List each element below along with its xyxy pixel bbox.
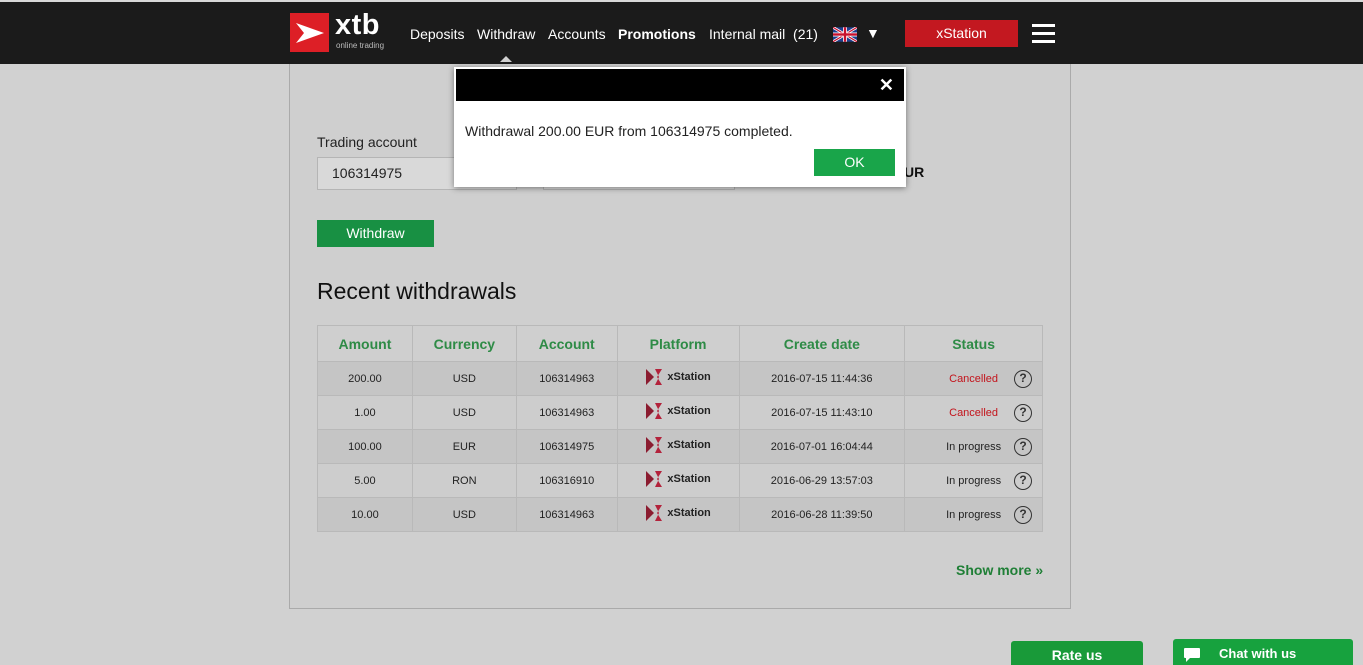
show-more-link[interactable]: Show more »	[956, 562, 1043, 578]
trading-account-label: Trading account	[317, 134, 417, 150]
withdrawal-complete-dialog: ✕ Withdrawal 200.00 EUR from 106314975 c…	[454, 67, 906, 187]
table-row: 5.00 RON 106316910 xStation 2016-06-29 1…	[317, 463, 1043, 498]
cell-account: 106314963	[515, 497, 618, 532]
top-navigation-bar: xtb online trading Deposits Withdraw Acc…	[0, 0, 1363, 64]
status-text: In progress	[946, 508, 1002, 521]
column-header-currency[interactable]: Currency	[411, 325, 517, 362]
cell-currency: RON	[411, 463, 517, 498]
status-text: Cancelled	[949, 406, 999, 419]
currency-label: UR	[904, 164, 925, 180]
help-circle-icon[interactable]: ?	[1014, 370, 1032, 388]
xstation-logo-icon	[646, 403, 663, 419]
cell-amount: 5.00	[317, 463, 413, 498]
chat-with-us-button[interactable]: Chat with us	[1173, 639, 1353, 665]
close-icon[interactable]: ✕	[879, 75, 894, 95]
help-circle-icon[interactable]: ?	[1014, 506, 1032, 524]
nav-withdraw[interactable]: Withdraw	[477, 26, 535, 42]
logo-wordmark: xtb	[335, 9, 380, 41]
cell-amount: 10.00	[317, 497, 413, 532]
cell-platform: xStation	[616, 463, 740, 498]
cell-amount: 100.00	[317, 429, 413, 464]
recent-withdrawals-title: Recent withdrawals	[317, 278, 517, 304]
table-row: 1.00 USD 106314963 xStation 2016-07-15 1…	[317, 395, 1043, 430]
cell-platform: xStation	[616, 429, 740, 464]
cell-status: In progress?	[904, 429, 1043, 464]
cell-account: 106314975	[515, 429, 618, 464]
platform-name: xStation	[667, 507, 711, 519]
column-header-platform[interactable]: Platform	[616, 325, 740, 362]
platform-name: xStation	[667, 473, 711, 485]
table-row: 10.00 USD 106314963 xStation 2016-06-28 …	[317, 497, 1043, 532]
ok-button[interactable]: OK	[814, 149, 895, 176]
cell-account: 106314963	[515, 395, 618, 430]
cell-create-date: 2016-06-28 11:39:50	[738, 497, 906, 532]
status-text: In progress	[946, 440, 1002, 453]
column-header-amount[interactable]: Amount	[317, 325, 413, 362]
help-circle-icon[interactable]: ?	[1014, 472, 1032, 490]
logo-tagline: online trading	[336, 41, 385, 50]
rate-us-button[interactable]: Rate us	[1011, 641, 1143, 665]
cell-currency: EUR	[411, 429, 517, 464]
cell-account: 106316910	[515, 463, 618, 498]
xtb-logo[interactable]: xtb online trading	[290, 9, 400, 53]
cell-create-date: 2016-07-15 11:44:36	[738, 361, 906, 396]
chat-label: Chat with us	[1219, 646, 1297, 661]
table-row: 200.00 USD 106314963 xStation 2016-07-15…	[317, 361, 1043, 396]
platform-name: xStation	[667, 371, 711, 383]
cell-platform: xStation	[616, 497, 740, 532]
cell-create-date: 2016-07-15 11:43:10	[738, 395, 906, 430]
column-header-create-date[interactable]: Create date	[738, 325, 906, 362]
cell-status: In progress?	[904, 463, 1043, 498]
xstation-logo-icon	[646, 471, 663, 487]
xstation-logo-icon	[646, 369, 663, 385]
help-circle-icon[interactable]: ?	[1014, 404, 1032, 422]
platform-name: xStation	[667, 439, 711, 451]
cell-account: 106314963	[515, 361, 618, 396]
column-header-status[interactable]: Status	[904, 325, 1043, 362]
dialog-message: Withdrawal 200.00 EUR from 106314975 com…	[465, 123, 793, 139]
xtb-logo-icon	[290, 13, 329, 52]
cell-create-date: 2016-07-01 16:04:44	[738, 429, 906, 464]
help-circle-icon[interactable]: ?	[1014, 438, 1032, 456]
cell-currency: USD	[411, 395, 517, 430]
cell-currency: USD	[411, 497, 517, 532]
nav-deposits[interactable]: Deposits	[410, 26, 464, 42]
cell-create-date: 2016-06-29 13:57:03	[738, 463, 906, 498]
cell-currency: USD	[411, 361, 517, 396]
platform-name: xStation	[667, 405, 711, 417]
nav-promotions[interactable]: Promotions	[618, 26, 696, 42]
withdraw-button[interactable]: Withdraw	[317, 220, 434, 247]
hamburger-menu-icon[interactable]	[1032, 24, 1055, 44]
status-text: In progress	[946, 474, 1002, 487]
active-nav-indicator	[500, 56, 512, 62]
recent-withdrawals-table: Amount Currency Account Platform Create …	[317, 325, 1043, 532]
language-dropdown-caret[interactable]: ▼	[866, 25, 880, 41]
cell-platform: xStation	[616, 395, 740, 430]
dialog-header: ✕	[454, 67, 906, 103]
column-header-account[interactable]: Account	[515, 325, 618, 362]
cell-status: In progress?	[904, 497, 1043, 532]
cell-amount: 200.00	[317, 361, 413, 396]
cell-status: Cancelled?	[904, 361, 1043, 396]
xstation-logo-icon	[646, 505, 663, 521]
cell-status: Cancelled?	[904, 395, 1043, 430]
cell-platform: xStation	[616, 361, 740, 396]
nav-accounts[interactable]: Accounts	[548, 26, 606, 42]
table-header-row: Amount Currency Account Platform Create …	[317, 325, 1043, 362]
table-row: 100.00 EUR 106314975 xStation 2016-07-01…	[317, 429, 1043, 464]
xstation-button[interactable]: xStation	[905, 20, 1018, 47]
uk-flag-icon[interactable]	[833, 27, 857, 42]
chat-bubble-icon	[1184, 648, 1200, 662]
status-text: Cancelled	[949, 372, 999, 385]
nav-internal-mail[interactable]: Internal mail (21)	[709, 26, 818, 42]
xstation-logo-icon	[646, 437, 663, 453]
cell-amount: 1.00	[317, 395, 413, 430]
